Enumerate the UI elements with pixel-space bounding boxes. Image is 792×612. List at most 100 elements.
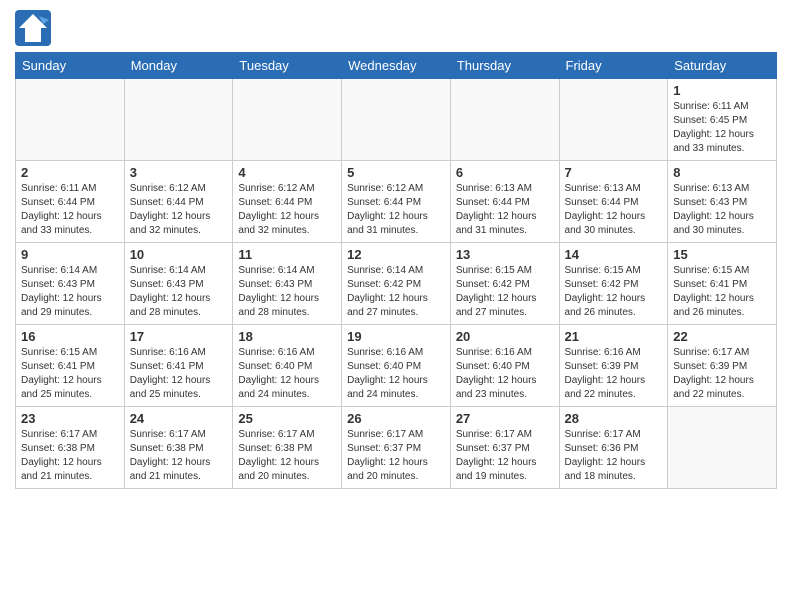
logo-icon bbox=[15, 10, 51, 46]
calendar-cell: 20Sunrise: 6:16 AM Sunset: 6:40 PM Dayli… bbox=[450, 325, 559, 407]
day-number: 25 bbox=[238, 411, 336, 426]
calendar-cell: 10 Sunrise: 6:14 AM Sunset: 6:43 PM Dayli… bbox=[124, 243, 233, 325]
calendar-cell: 26 Sunrise: 6:17 AM Sunset: 6:37 PM Dayli… bbox=[342, 407, 451, 489]
calendar-cell bbox=[668, 407, 777, 489]
day-number: 1 bbox=[673, 83, 771, 98]
calendar-cell: 19 Sunrise: 6:16 AM Sunset: 6:40 PM Dayli… bbox=[342, 325, 451, 407]
weekday-header-wednesday: Wednesday bbox=[342, 53, 451, 79]
calendar-cell: 6 Sunrise: 6:13 AM Sunset: 6:44 PM Daylig… bbox=[450, 161, 559, 243]
day-number: 8 bbox=[673, 165, 771, 180]
calendar-cell: 25 Sunrise: 6:17 AM Sunset: 6:38 PM Dayli… bbox=[233, 407, 342, 489]
day-info: Sunrise: 6:16 AM Sunset: 6:41 PM Dayligh… bbox=[130, 346, 228, 402]
day-info: Sunrise: 6:14 AM Sunset: 6:43 PM Dayligh… bbox=[130, 264, 228, 320]
calendar-cell: 11 Sunrise: 6:14 AM Sunset: 6:43 PM Dayli… bbox=[233, 243, 342, 325]
weekday-header-saturday: Saturday bbox=[668, 53, 777, 79]
day-info: Sunrise: 6:12 AM Sunset: 6:44 PM Dayligh… bbox=[130, 182, 228, 238]
calendar-cell: 21 Sunrise: 6:16 AM Sunset: 6:39 PM Dayli… bbox=[559, 325, 668, 407]
calendar-cell: 5 Sunrise: 6:12 AM Sunset: 6:44 PM Daylig… bbox=[342, 161, 451, 243]
day-info: Sunrise: 6:16 AM Sunset: 6:40 PM Dayligh… bbox=[238, 346, 336, 402]
day-number: 27 bbox=[456, 411, 554, 426]
calendar-cell: 28 Sunrise: 6:17 AM Sunset: 6:36 PM Dayli… bbox=[559, 407, 668, 489]
calendar-cell bbox=[342, 79, 451, 161]
calendar-week-4: 16Sunrise: 6:15 AM Sunset: 6:41 PM Dayli… bbox=[16, 325, 777, 407]
day-info: Sunrise: 6:15 AM Sunset: 6:42 PM Dayligh… bbox=[565, 264, 663, 320]
calendar-cell: 22 Sunrise: 6:17 AM Sunset: 6:39 PM Dayli… bbox=[668, 325, 777, 407]
day-info: Sunrise: 6:17 AM Sunset: 6:38 PM Dayligh… bbox=[130, 428, 228, 484]
day-info: Sunrise: 6:12 AM Sunset: 6:44 PM Dayligh… bbox=[347, 182, 445, 238]
day-info: Sunrise: 6:17 AM Sunset: 6:37 PM Dayligh… bbox=[347, 428, 445, 484]
calendar-cell: 9Sunrise: 6:14 AM Sunset: 6:43 PM Daylig… bbox=[16, 243, 125, 325]
day-number: 7 bbox=[565, 165, 663, 180]
calendar-cell: 16Sunrise: 6:15 AM Sunset: 6:41 PM Dayli… bbox=[16, 325, 125, 407]
weekday-header-monday: Monday bbox=[124, 53, 233, 79]
calendar-cell: 14 Sunrise: 6:15 AM Sunset: 6:42 PM Dayli… bbox=[559, 243, 668, 325]
day-number: 4 bbox=[238, 165, 336, 180]
day-number: 2 bbox=[21, 165, 119, 180]
day-info: Sunrise: 6:13 AM Sunset: 6:44 PM Dayligh… bbox=[456, 182, 554, 238]
day-number: 11 bbox=[238, 247, 336, 262]
day-info: Sunrise: 6:17 AM Sunset: 6:39 PM Dayligh… bbox=[673, 346, 771, 402]
day-number: 3 bbox=[130, 165, 228, 180]
day-info: Sunrise: 6:11 AM Sunset: 6:45 PM Dayligh… bbox=[673, 100, 771, 156]
day-info: Sunrise: 6:15 AM Sunset: 6:42 PM Dayligh… bbox=[456, 264, 554, 320]
day-info: Sunrise: 6:17 AM Sunset: 6:36 PM Dayligh… bbox=[565, 428, 663, 484]
day-info: Sunrise: 6:13 AM Sunset: 6:44 PM Dayligh… bbox=[565, 182, 663, 238]
calendar-cell: 12 Sunrise: 6:14 AM Sunset: 6:42 PM Dayli… bbox=[342, 243, 451, 325]
calendar-week-2: 2 Sunrise: 6:11 AM Sunset: 6:44 PM Daylig… bbox=[16, 161, 777, 243]
logo bbox=[15, 10, 54, 46]
calendar-cell: 18 Sunrise: 6:16 AM Sunset: 6:40 PM Dayli… bbox=[233, 325, 342, 407]
calendar-cell: 24 Sunrise: 6:17 AM Sunset: 6:38 PM Dayli… bbox=[124, 407, 233, 489]
day-number: 28 bbox=[565, 411, 663, 426]
day-number: 23 bbox=[21, 411, 119, 426]
calendar-cell: 8 Sunrise: 6:13 AM Sunset: 6:43 PM Daylig… bbox=[668, 161, 777, 243]
calendar-cell bbox=[559, 79, 668, 161]
calendar-week-1: 1 Sunrise: 6:11 AM Sunset: 6:45 PM Daylig… bbox=[16, 79, 777, 161]
day-info: Sunrise: 6:13 AM Sunset: 6:43 PM Dayligh… bbox=[673, 182, 771, 238]
calendar-cell bbox=[450, 79, 559, 161]
calendar-cell: 3 Sunrise: 6:12 AM Sunset: 6:44 PM Daylig… bbox=[124, 161, 233, 243]
day-info: Sunrise: 6:16 AM Sunset: 6:40 PM Dayligh… bbox=[456, 346, 554, 402]
calendar-cell: 27 Sunrise: 6:17 AM Sunset: 6:37 PM Dayli… bbox=[450, 407, 559, 489]
day-info: Sunrise: 6:14 AM Sunset: 6:42 PM Dayligh… bbox=[347, 264, 445, 320]
day-number: 24 bbox=[130, 411, 228, 426]
day-info: Sunrise: 6:16 AM Sunset: 6:40 PM Dayligh… bbox=[347, 346, 445, 402]
calendar-cell: 15 Sunrise: 6:15 AM Sunset: 6:41 PM Dayli… bbox=[668, 243, 777, 325]
calendar-cell: 13 Sunrise: 6:15 AM Sunset: 6:42 PM Dayli… bbox=[450, 243, 559, 325]
calendar-cell: 1 Sunrise: 6:11 AM Sunset: 6:45 PM Daylig… bbox=[668, 79, 777, 161]
day-number: 14 bbox=[565, 247, 663, 262]
day-info: Sunrise: 6:12 AM Sunset: 6:44 PM Dayligh… bbox=[238, 182, 336, 238]
day-number: 9 bbox=[21, 247, 119, 262]
calendar-week-5: 23 Sunrise: 6:17 AM Sunset: 6:38 PM Dayli… bbox=[16, 407, 777, 489]
day-number: 19 bbox=[347, 329, 445, 344]
calendar-cell bbox=[124, 79, 233, 161]
day-number: 5 bbox=[347, 165, 445, 180]
weekday-header-thursday: Thursday bbox=[450, 53, 559, 79]
day-number: 26 bbox=[347, 411, 445, 426]
calendar-cell: 23Sunrise: 6:17 AM Sunset: 6:38 PM Dayli… bbox=[16, 407, 125, 489]
calendar-cell: 7 Sunrise: 6:13 AM Sunset: 6:44 PM Daylig… bbox=[559, 161, 668, 243]
day-info: Sunrise: 6:14 AM Sunset: 6:43 PM Dayligh… bbox=[238, 264, 336, 320]
day-info: Sunrise: 6:16 AM Sunset: 6:39 PM Dayligh… bbox=[565, 346, 663, 402]
calendar-cell bbox=[233, 79, 342, 161]
page-container: SundayMondayTuesdayWednesdayThursdayFrid… bbox=[0, 0, 792, 499]
calendar-cell: 4 Sunrise: 6:12 AM Sunset: 6:44 PM Daylig… bbox=[233, 161, 342, 243]
calendar-cell bbox=[16, 79, 125, 161]
day-number: 12 bbox=[347, 247, 445, 262]
calendar-table: SundayMondayTuesdayWednesdayThursdayFrid… bbox=[15, 52, 777, 489]
day-number: 13 bbox=[456, 247, 554, 262]
weekday-header-sunday: Sunday bbox=[16, 53, 125, 79]
day-info: Sunrise: 6:11 AM Sunset: 6:44 PM Dayligh… bbox=[21, 182, 119, 238]
day-number: 10 bbox=[130, 247, 228, 262]
calendar-week-3: 9 Sunrise: 6:14 AM Sunset: 6:43 PM Daylig… bbox=[16, 243, 777, 325]
day-number: 18 bbox=[238, 329, 336, 344]
day-number: 15 bbox=[673, 247, 771, 262]
day-number: 22 bbox=[673, 329, 771, 344]
day-info: Sunrise: 6:15 AM Sunset: 6:41 PM Dayligh… bbox=[673, 264, 771, 320]
day-number: 16 bbox=[21, 329, 119, 344]
day-number: 21 bbox=[565, 329, 663, 344]
day-info: Sunrise: 6:17 AM Sunset: 6:37 PM Dayligh… bbox=[456, 428, 554, 484]
day-number: 6 bbox=[456, 165, 554, 180]
weekday-header-friday: Friday bbox=[559, 53, 668, 79]
calendar-cell: 2 Sunrise: 6:11 AM Sunset: 6:44 PM Daylig… bbox=[16, 161, 125, 243]
day-info: Sunrise: 6:17 AM Sunset: 6:38 PM Dayligh… bbox=[238, 428, 336, 484]
